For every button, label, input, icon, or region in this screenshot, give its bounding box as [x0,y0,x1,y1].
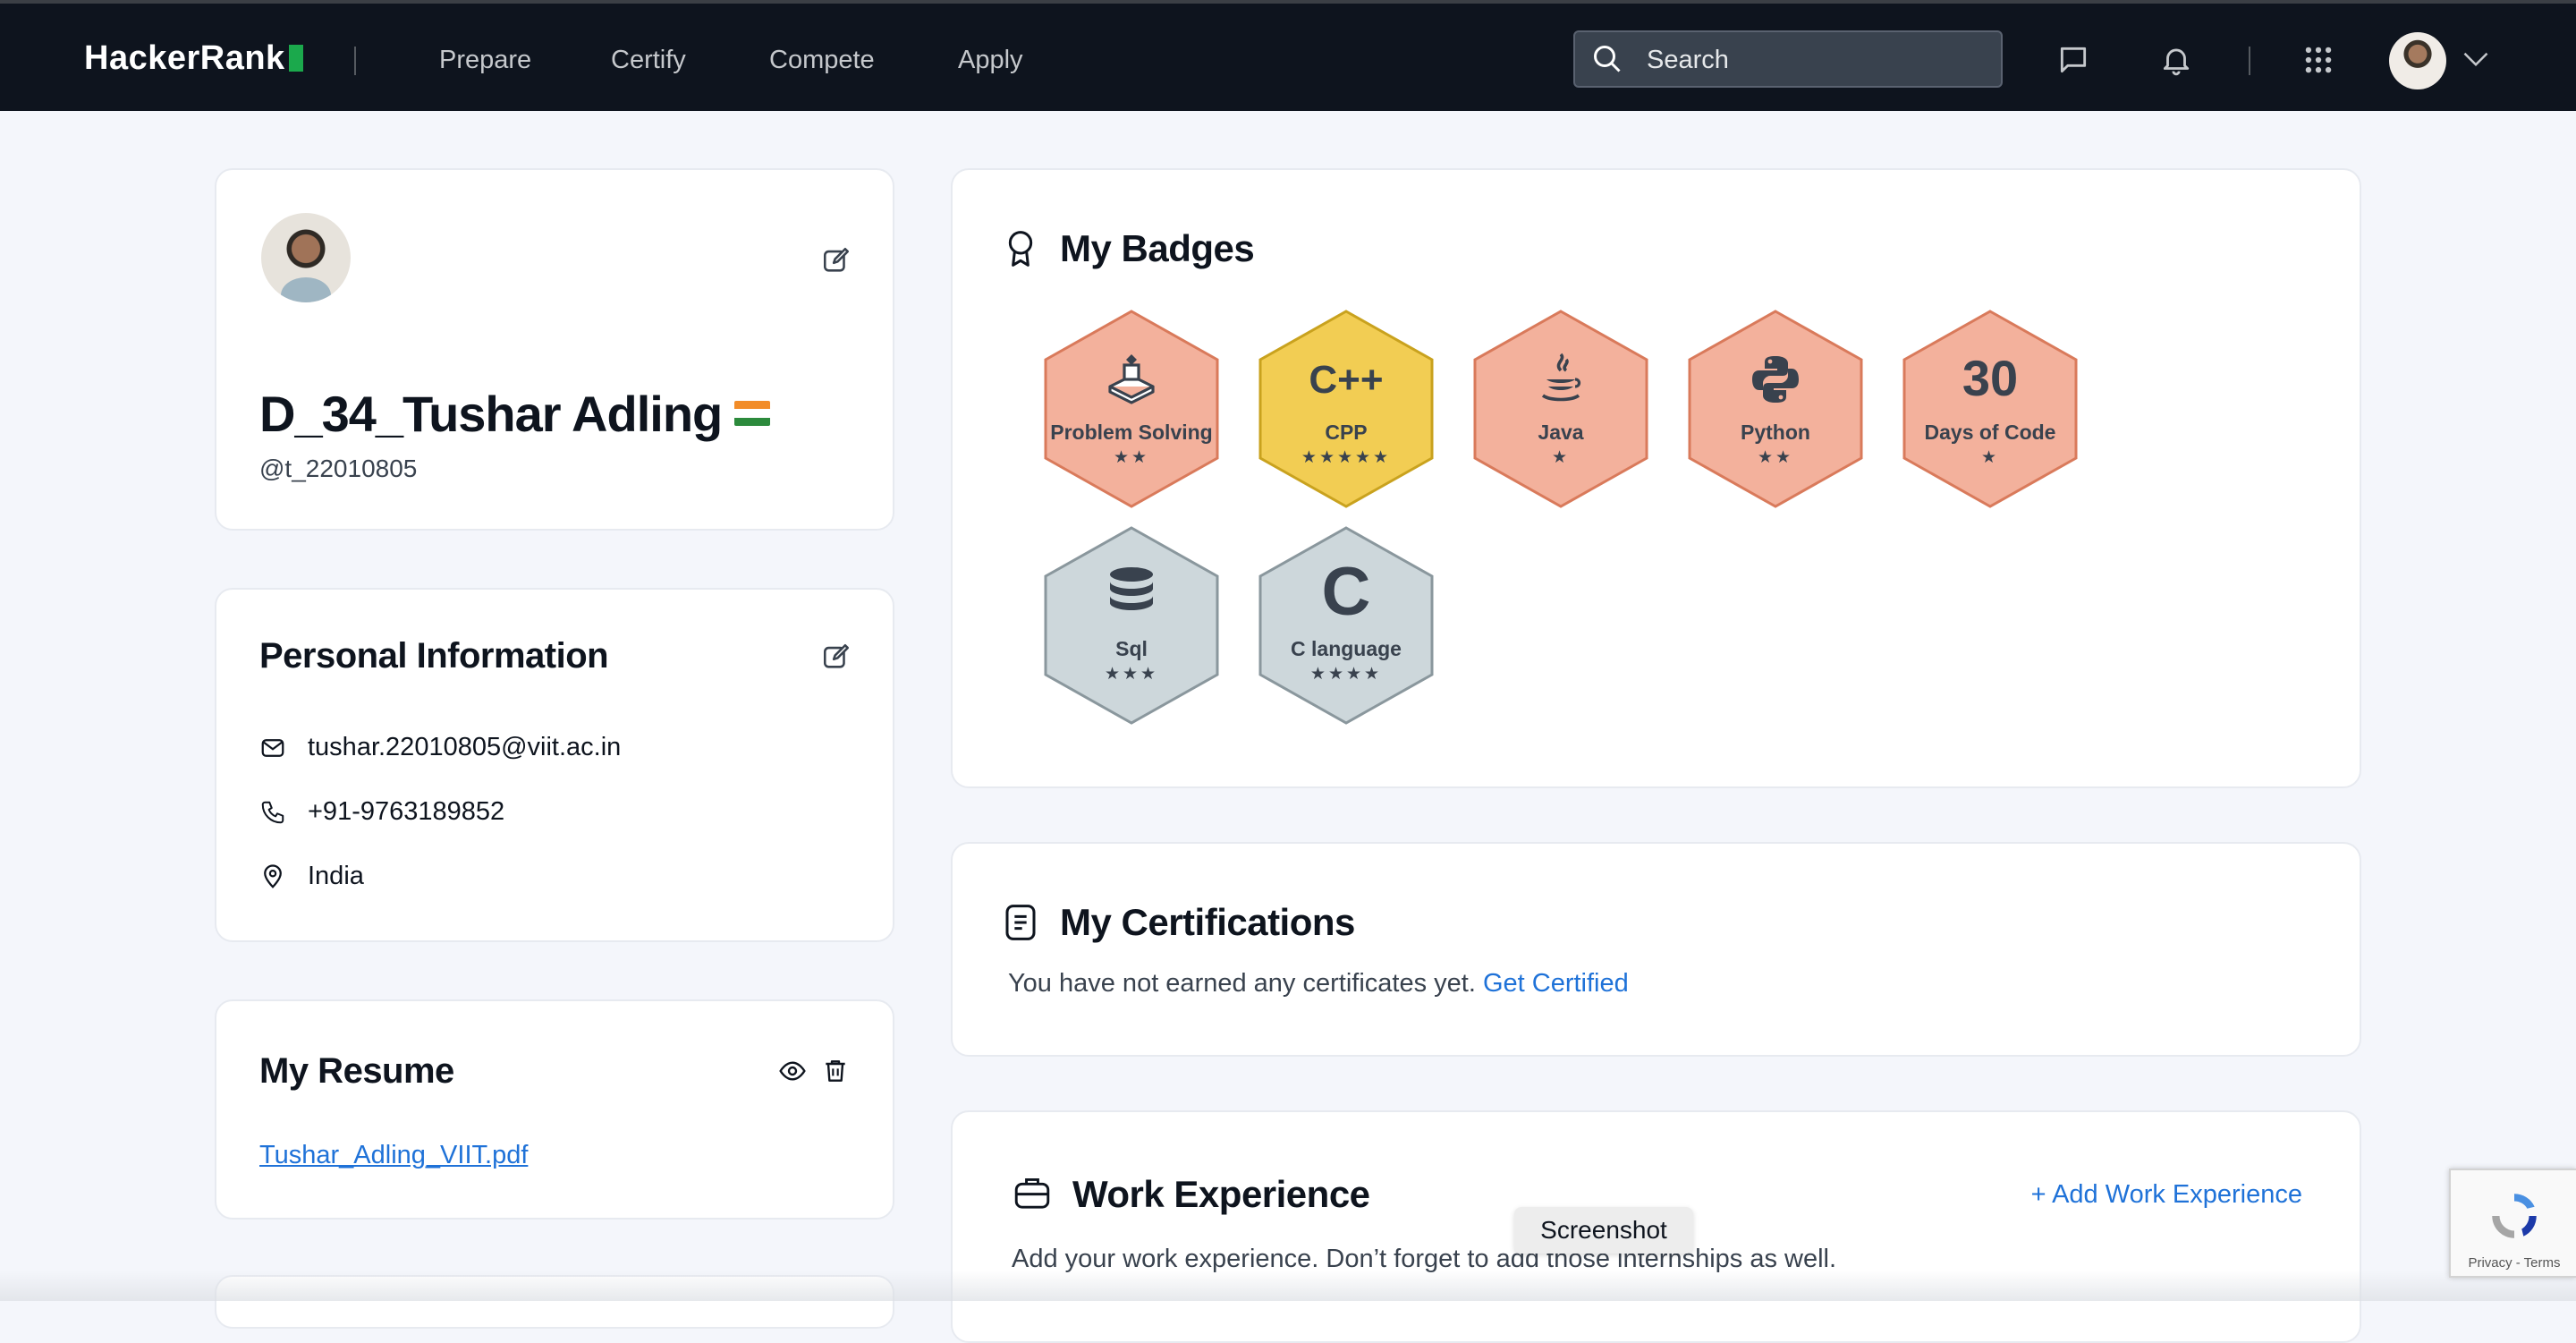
email-value: tushar.22010805@viit.ac.in [308,733,622,761]
nav-prepare[interactable]: Prepare [439,46,531,75]
badge-python[interactable]: Python ★★ [1686,310,1865,508]
section-title: My Badges [1060,227,1255,269]
profile-name-text: D_34_Tushar Adling [259,386,723,442]
dock-shadow [0,1271,2576,1301]
profile-card: D_34_Tushar Adling @t_22010805 [215,168,894,531]
badge-name: CPP [1325,421,1368,444]
badge-name: Days of Code [1924,421,2056,444]
badge-stars: ★★ [1757,448,1794,467]
badge-name: Python [1741,421,1810,444]
recaptcha-icon [2492,1194,2537,1238]
badge-sql[interactable]: Sql ★★★ [1042,526,1221,725]
chevron-down-icon[interactable] [2462,48,2489,70]
certificate-icon [1005,905,1036,940]
cpp-icon: C++ [1309,358,1384,402]
divider [2249,47,2250,75]
badge-30-days-of-code[interactable]: 30 Days of Code ★ [1901,310,2080,508]
badge-stars: ★★★★ [1309,665,1383,684]
search-icon [1594,46,1621,72]
bell-icon[interactable] [2159,43,2193,77]
nav-certify[interactable]: Certify [611,46,686,75]
logo-text: HackerRank [84,39,285,77]
profile-username: @t_22010805 [259,455,418,482]
phone-value: +91-9763189852 [308,797,505,826]
badge-c-language[interactable]: C C language ★★★★ [1257,526,1436,725]
mail-icon [261,739,284,758]
location-row: India [259,862,364,891]
card-title: My Resume [259,1051,454,1091]
nav-apply[interactable]: Apply [958,46,1023,75]
java-icon [1541,353,1581,402]
python-icon [1752,356,1799,403]
recaptcha-widget[interactable]: Privacy - Terms [2449,1169,2576,1278]
nav-compete[interactable]: Compete [769,46,875,75]
eye-icon[interactable] [778,1057,807,1085]
briefcase-icon [1014,1178,1050,1209]
recaptcha-text[interactable]: Privacy - Terms [2451,1255,2576,1271]
profile-avatar[interactable] [261,213,351,302]
edit-icon[interactable] [821,642,852,672]
search-box[interactable] [1573,30,2003,88]
add-work-experience-link[interactable]: + Add Work Experience [2031,1180,2302,1210]
apps-grid-icon[interactable] [2301,43,2335,77]
screenshot-tooltip: Screenshot [1514,1207,1693,1254]
india-flag-icon [734,401,771,426]
divider [354,47,356,75]
badge-stars: ★ [1980,448,2000,467]
resume-card: My Resume Tushar_Adling_VIIT.pdf [215,999,894,1220]
thirty-icon: 30 [1962,350,2019,406]
user-avatar[interactable] [2389,32,2446,89]
badge-name: C language [1291,637,1402,660]
section-title: My Certifications [1060,901,1355,943]
award-icon [1008,231,1033,267]
badge-name: Sql [1115,637,1148,660]
profile-name: D_34_Tushar Adling [259,385,771,443]
badge-stars: ★★ [1113,448,1150,467]
phone-icon [261,802,284,824]
resume-file-link[interactable]: Tushar_Adling_VIIT.pdf [259,1141,528,1170]
location-pin-icon [264,864,282,889]
top-navbar: HackerRank Prepare Certify Compete Apply [0,0,2576,111]
certifications-message-row: You have not earned any certificates yet… [1008,969,1629,999]
search-input[interactable] [1645,41,1988,79]
certifications-card: My Certifications You have not earned an… [951,842,2361,1057]
section-title: Work Experience [1072,1173,1370,1215]
hackerrank-logo[interactable]: HackerRank [84,39,303,78]
badge-name: Problem Solving [1050,421,1213,444]
card-title: Personal Information [259,636,609,676]
badge-name: Java [1538,421,1584,444]
chat-icon[interactable] [2056,43,2090,77]
badge-stars: ★★★ [1104,665,1159,684]
edit-icon[interactable] [821,245,852,276]
badge-java[interactable]: Java ★ [1471,310,1650,508]
c-language-icon: C [1321,554,1371,630]
badge-cpp[interactable]: C++ CPP ★★★★★ [1257,310,1436,508]
logo-mark [288,45,303,72]
personal-info-card: Personal Information tushar.22010805@vii… [215,588,894,942]
badge-problem-solving[interactable]: Problem Solving ★★ [1042,310,1221,508]
problem-solving-icon [1108,354,1155,404]
email-row: tushar.22010805@viit.ac.in [259,733,621,762]
certifications-message: You have not earned any certificates yet… [1008,969,1476,998]
get-certified-link[interactable]: Get Certified [1483,969,1629,998]
badges-card: My Badges Problem Solving ★★ C++ CPP ★★★… [951,168,2361,788]
badge-stars: ★★★★★ [1301,448,1392,467]
trash-icon[interactable] [821,1057,850,1085]
badge-stars: ★ [1551,448,1571,467]
database-icon [1110,567,1153,610]
phone-row: +91-9763189852 [259,797,504,827]
location-value: India [308,862,364,890]
